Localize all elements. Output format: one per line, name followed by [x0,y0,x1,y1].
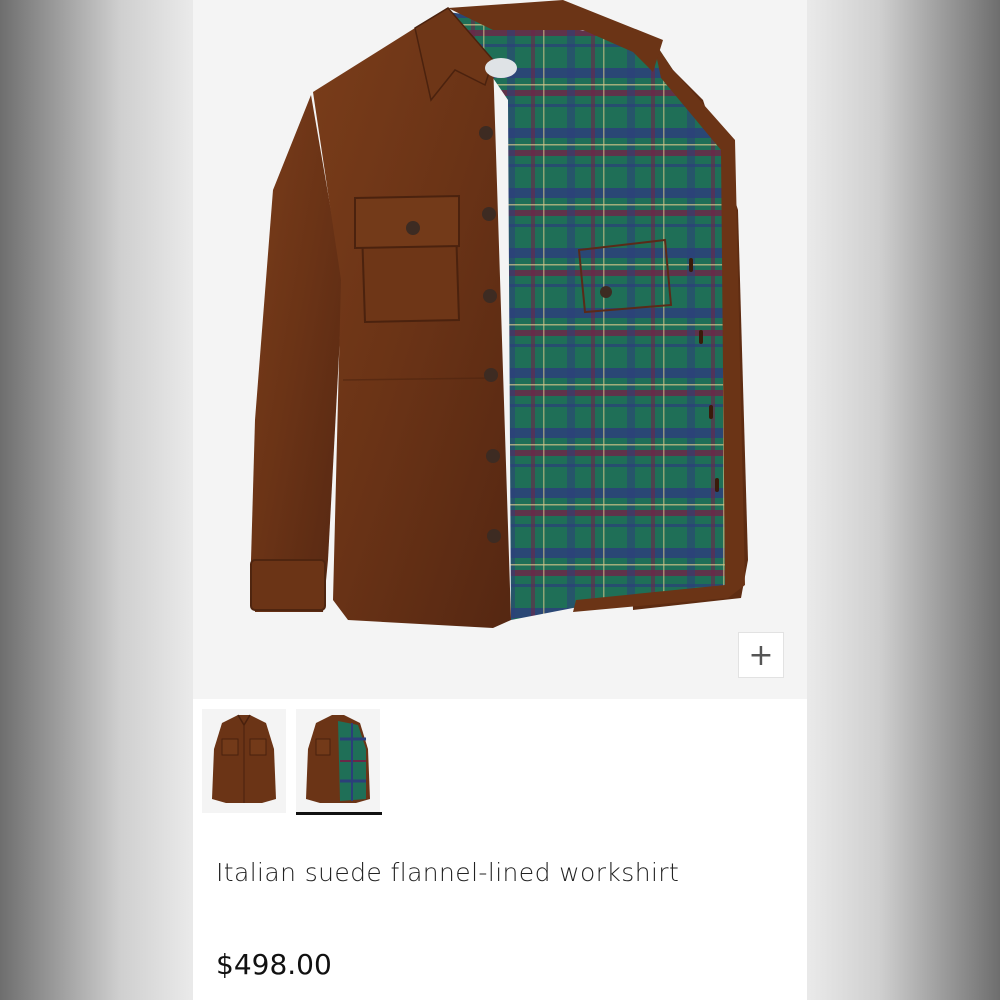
plus-icon: + [748,637,774,673]
jacket-lining-thumbnail-icon [306,715,370,803]
jacket-thumbnail-icon [212,714,276,803]
product-hero-image[interactable]: + [193,0,807,699]
product-price: $498.00 [216,948,332,981]
thumbnail-front[interactable] [202,709,286,813]
selected-thumbnail-indicator [296,812,382,815]
product-page: + Italian suede flannel-lined workshirt … [193,0,807,1000]
jacket-illustration [250,0,748,628]
product-title: Italian suede flannel-lined workshirt [216,858,680,887]
thumbnail-open-lining[interactable] [296,709,380,813]
zoom-button[interactable]: + [738,632,784,678]
